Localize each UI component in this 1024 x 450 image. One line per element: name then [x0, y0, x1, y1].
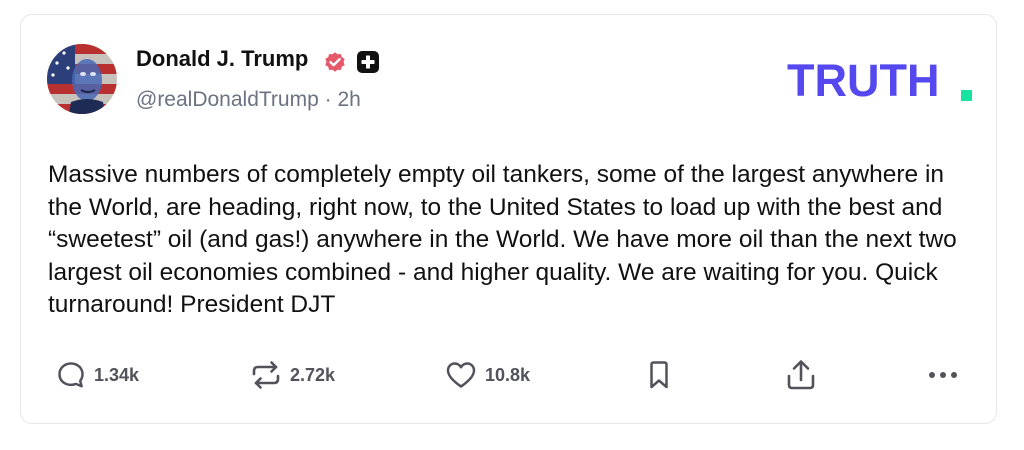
comment-icon — [55, 359, 87, 391]
truth-logo: TRUTH — [787, 55, 940, 106]
repost-icon — [249, 359, 283, 391]
share-icon — [784, 358, 818, 392]
like-count: 10.8k — [485, 364, 531, 385]
author-display-name[interactable]: Donald J. Trump — [136, 46, 308, 72]
share-button[interactable] — [784, 358, 818, 392]
heart-icon — [444, 359, 478, 391]
reply-button[interactable]: 1.34k — [55, 358, 139, 392]
retruth-count: 2.72k — [290, 364, 336, 385]
reply-count: 1.34k — [94, 364, 140, 385]
avatar[interactable] — [47, 44, 117, 114]
retruth-button[interactable]: 2.72k — [249, 358, 335, 392]
truth-logo-dot — [961, 90, 972, 101]
verified-icon — [323, 50, 347, 74]
bookmark-button[interactable] — [643, 358, 675, 392]
post-text: Massive numbers of completely empty oil … — [48, 161, 957, 318]
post-card: Donald J. Trump @realDonaldTrump · 2h TR… — [20, 14, 997, 424]
more-icon — [926, 359, 960, 391]
plus-badge-icon — [357, 51, 379, 73]
author-handle-timestamp[interactable]: @realDonaldTrump · 2h — [136, 88, 361, 112]
more-options-button[interactable] — [926, 358, 960, 392]
like-button[interactable]: 10.8k — [444, 358, 530, 392]
bookmark-icon — [643, 359, 675, 391]
